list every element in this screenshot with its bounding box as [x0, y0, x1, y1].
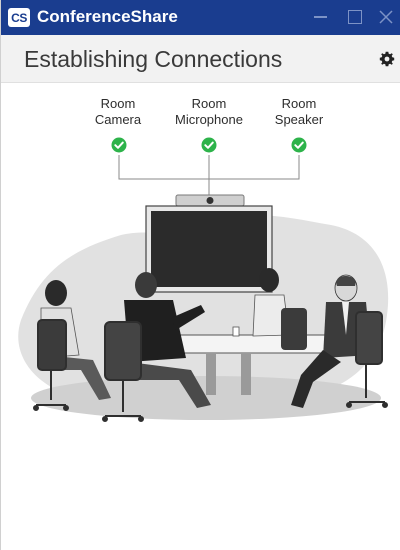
chair-far-right — [281, 308, 307, 350]
app-logo: CS — [8, 8, 30, 27]
app-window: CS ConferenceShare Establishing Connecti… — [0, 0, 400, 550]
device-label-line1: Room — [100, 96, 136, 111]
device-label-line1: Room — [191, 96, 227, 111]
app-title: ConferenceShare — [37, 7, 178, 26]
device-label-line1: Room — [281, 96, 317, 111]
conference-room-illustration — [18, 155, 389, 422]
maximize-button[interactable] — [342, 5, 368, 29]
display-screen — [145, 205, 273, 293]
device-room-camera: Room Camera — [73, 96, 163, 128]
device-room-speaker: Room Speaker — [254, 96, 344, 128]
device-room-microphone: Room Microphone — [164, 96, 254, 128]
device-label-line2: Microphone — [175, 112, 243, 127]
page-title: Establishing Connections — [24, 46, 283, 72]
close-icon — [379, 10, 393, 24]
gear-icon — [379, 51, 395, 67]
settings-button[interactable] — [379, 51, 395, 67]
device-label-line2: Camera — [94, 112, 142, 127]
close-button[interactable] — [373, 5, 399, 29]
device-label-line2: Speaker — [274, 112, 324, 127]
minimize-button[interactable] — [307, 5, 333, 29]
title-bar[interactable]: CS ConferenceShare — [1, 0, 400, 35]
maximize-icon — [348, 10, 362, 24]
connector-lines — [118, 155, 300, 195]
room-camera-device — [175, 194, 245, 207]
page-header: Establishing Connections — [1, 35, 400, 83]
minimize-icon — [313, 16, 327, 18]
